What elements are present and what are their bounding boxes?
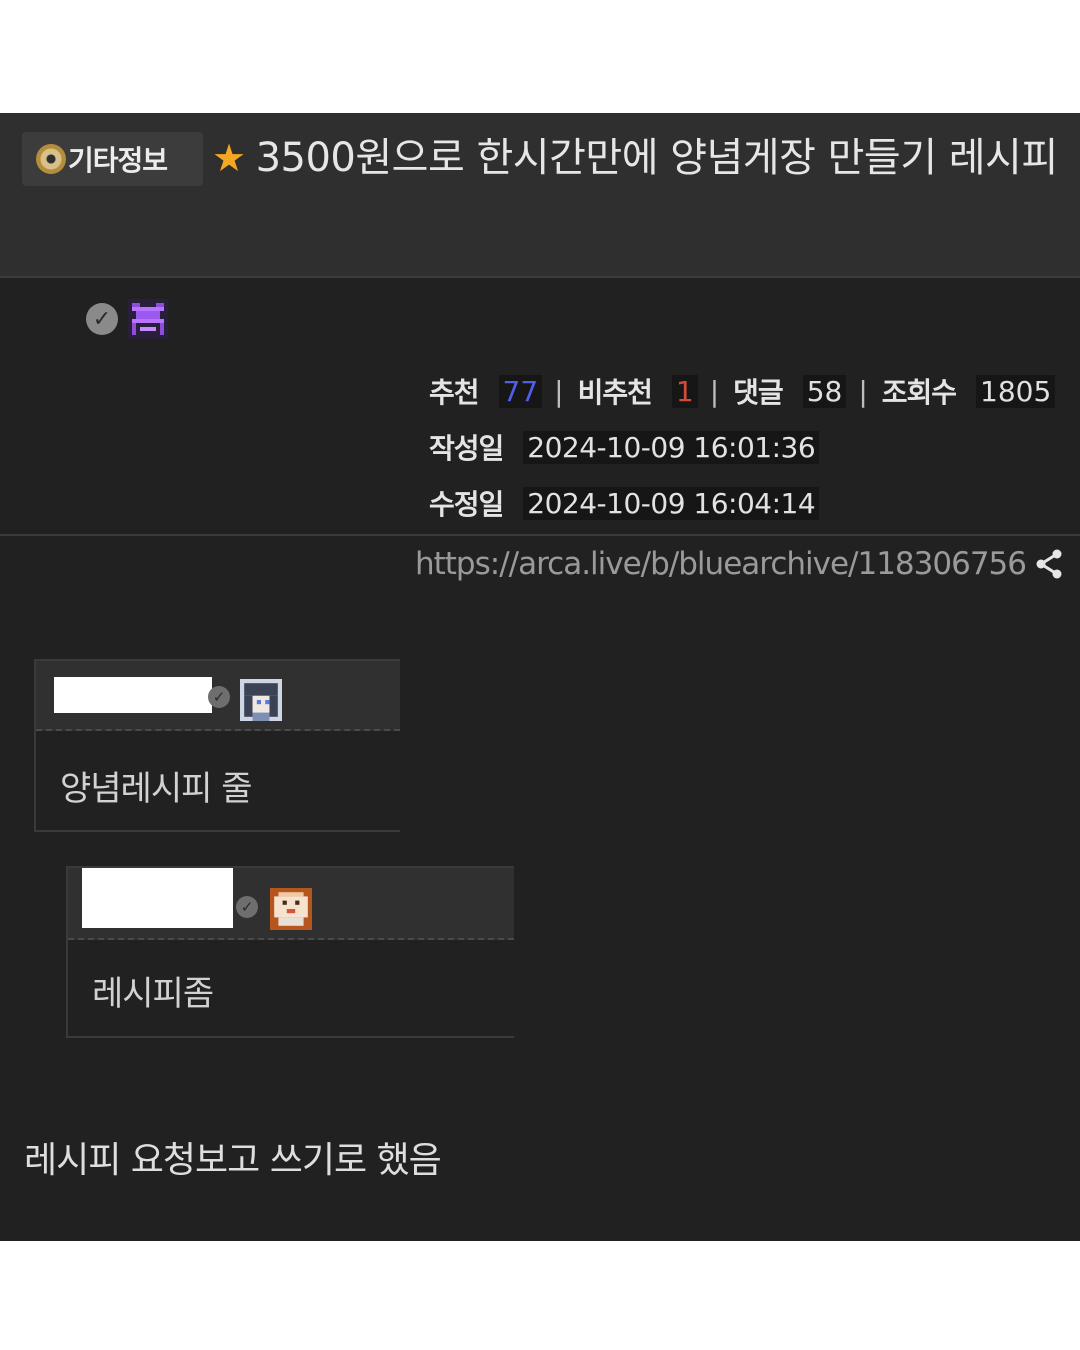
views-count: 1805: [976, 374, 1056, 408]
author-info[interactable]: ✓: [86, 299, 168, 339]
modified-date: 2024-10-09 16:04:14: [523, 486, 820, 520]
recommend-label: 추천: [429, 376, 480, 409]
separator: |: [858, 374, 868, 408]
post-body-text: 레시피 요청보고 쓰기로 했음: [24, 1140, 442, 1181]
post-stats: 추천 77 | 비추천 1 | 댓글 58 | 조회수 1805 작성일 202…: [429, 363, 1056, 531]
comment-reply-item: ✓ 레시피좀: [66, 866, 514, 1038]
created-label: 작성일: [429, 432, 504, 465]
comment-text: 양념레시피 줄: [60, 769, 252, 809]
redacted-username: [54, 677, 212, 713]
comment-item: ✓ 양념레시피 줄: [34, 659, 400, 832]
separator: |: [709, 374, 720, 408]
avatar[interactable]: [270, 888, 312, 930]
comment-header: ✓: [36, 659, 400, 731]
post-screen: ★ 3500원으로 한시간만에 양념게장 만들기 레시피 기타정보 ✓ 추천 77…: [0, 113, 1080, 1241]
verified-check-icon: ✓: [86, 303, 118, 335]
views-label: 조회수: [881, 376, 957, 409]
pixel-avatar[interactable]: [128, 299, 168, 339]
category-label: 기타정보: [68, 144, 168, 177]
comments-label: 댓글: [733, 376, 784, 409]
created-date: 2024-10-09 16:01:36: [523, 430, 820, 464]
share-icon[interactable]: [1034, 548, 1064, 580]
disc-icon: [36, 144, 66, 174]
star-icon: ★: [212, 136, 246, 180]
verified-check-icon: ✓: [208, 686, 230, 708]
comment-text: 레시피좀: [92, 974, 214, 1014]
avatar[interactable]: [240, 679, 282, 721]
dislike-label: 비추천: [577, 376, 653, 409]
post-url-link[interactable]: https://arca.live/b/bluearchive/11830675…: [415, 546, 1027, 582]
dislike-count: 1: [671, 374, 698, 408]
created-row: 작성일 2024-10-09 16:01:36: [429, 419, 1055, 475]
category-badge[interactable]: 기타정보: [22, 132, 203, 186]
modified-row: 수정일 2024-10-09 16:04:14: [429, 475, 1055, 531]
comments-count: 58: [802, 374, 847, 408]
post-url-row: https://arca.live/b/bluearchive/11830675…: [415, 546, 1064, 582]
separator: |: [554, 374, 564, 408]
modified-label: 수정일: [429, 488, 504, 521]
recommend-count: 77: [498, 374, 543, 408]
divider: [0, 534, 1080, 536]
post-header: ★ 3500원으로 한시간만에 양념게장 만들기 레시피 기타정보: [0, 113, 1080, 278]
post-title: 3500원으로 한시간만에 양념게장 만들기 레시피: [255, 135, 1059, 181]
verified-check-icon: ✓: [236, 896, 258, 918]
counts-row: 추천 77 | 비추천 1 | 댓글 58 | 조회수 1805: [429, 363, 1056, 419]
comment-header: ✓: [68, 866, 514, 940]
redacted-username: [82, 868, 233, 928]
